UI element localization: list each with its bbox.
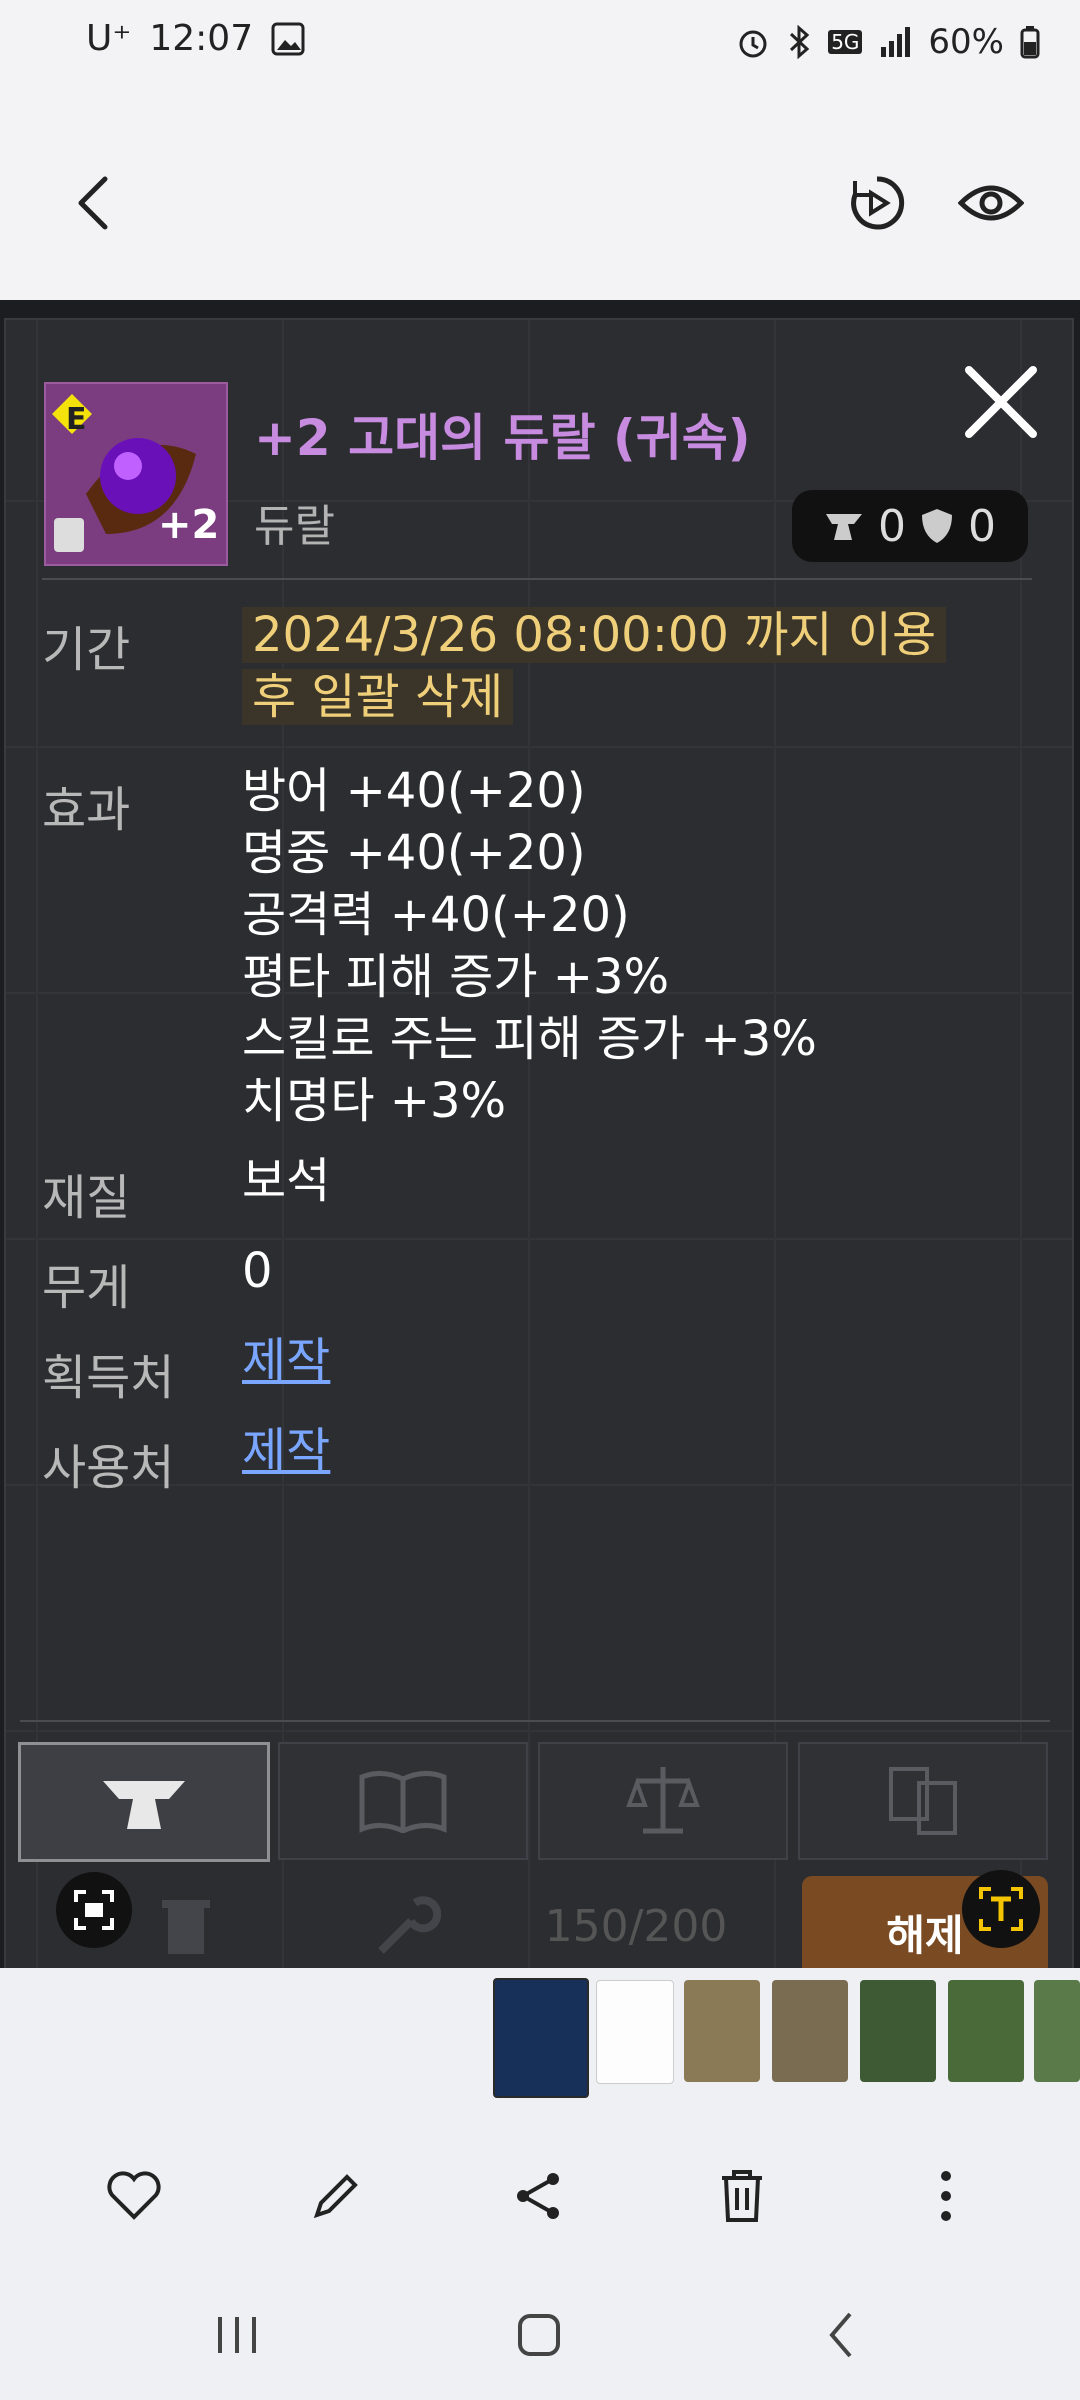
book-icon (359, 1771, 447, 1833)
scan-image-button[interactable] (56, 1872, 132, 1948)
material-label: 재질 (42, 1170, 131, 1226)
item-title: +2 고대의 듀랄 (귀속) (254, 409, 751, 467)
shield-count: 0 (968, 500, 996, 552)
chevron-left-icon (78, 176, 108, 230)
thumbnail-selected[interactable] (493, 1978, 589, 2098)
image-notification-icon (271, 22, 305, 55)
alarm-icon (739, 30, 767, 58)
battery-icon (1020, 26, 1040, 59)
view-button[interactable] (946, 158, 1036, 248)
grade-badge: E (66, 402, 87, 437)
close-icon[interactable] (961, 362, 1041, 442)
tab-book[interactable] (278, 1742, 528, 1860)
delete-button[interactable] (702, 2156, 782, 2236)
signal-icon (881, 27, 911, 57)
thumbnail[interactable] (860, 1980, 936, 2082)
durability-pill: 0 0 (792, 490, 1028, 562)
recents-button[interactable] (192, 2290, 282, 2380)
effect-list: 방어 +40(+20) 명중 +40(+20) 공격력 +40(+20) 평타 … (242, 760, 817, 1132)
enhance-label: +2 (158, 502, 220, 548)
anvil-count: 0 (878, 500, 906, 552)
period-label: 기간 (42, 622, 131, 678)
period-value: 2024/3/26 08:00:00 까지 이용 후 일괄 삭제 (242, 604, 1042, 728)
share-button[interactable] (498, 2156, 578, 2236)
home-button[interactable] (494, 2290, 584, 2380)
source-label: 획득처 (42, 1350, 175, 1406)
weight-label: 무게 (42, 1260, 131, 1316)
recents-icon (218, 2317, 256, 2353)
thumbnail[interactable] (948, 1980, 1024, 2082)
scale-icon (626, 1767, 700, 1834)
carrier-label: U⁺ (86, 18, 132, 59)
thumbnail[interactable] (772, 1980, 848, 2082)
action-bar (0, 2100, 1080, 2270)
scan-icon (74, 1890, 114, 1930)
effect-item: 명중 +40(+20) (242, 825, 586, 881)
more-vert-icon (941, 2171, 951, 2221)
text-scan-icon (979, 1887, 1023, 1931)
anvil-icon (103, 1781, 185, 1829)
trash-icon (162, 1900, 210, 1954)
effect-item: 방어 +40(+20) (242, 763, 586, 819)
eye-icon (958, 185, 1024, 221)
status-bar: U⁺ 12:07 5G 60% (0, 0, 1080, 96)
usage-label: 사용처 (42, 1440, 175, 1496)
material-value: 보석 (242, 1153, 331, 1209)
effect-item: 치명타 +3% (242, 1073, 507, 1129)
share-icon (517, 2173, 559, 2219)
edit-button[interactable] (296, 2156, 376, 2236)
remaster-icon (851, 176, 905, 230)
network-label: 5G (828, 30, 863, 54)
chevron-left-icon (829, 2312, 852, 2358)
item-detail-panel: E +2 +2 고대의 듀랄 (귀속) 듀랄 0 0 기간 2024/3/26 … (4, 318, 1074, 1968)
shield-icon (922, 509, 952, 543)
tab-transfer[interactable] (798, 1742, 1048, 1860)
battery-label: 60% (928, 22, 1004, 62)
period-line-2: 후 일괄 삭제 (242, 669, 514, 725)
item-icon: E +2 (44, 382, 228, 566)
tab-craft[interactable] (18, 1742, 270, 1862)
tab-scale[interactable] (538, 1742, 788, 1860)
effect-item: 평타 피해 증가 +3% (242, 949, 670, 1005)
effect-item: 공격력 +40(+20) (242, 887, 630, 943)
trash-icon (722, 2170, 762, 2222)
wrench-slot[interactable] (336, 1876, 476, 1968)
time-label: 12:07 (149, 18, 254, 59)
effect-label: 효과 (42, 782, 131, 838)
more-options-button[interactable] (906, 2156, 986, 2236)
item-subtitle: 듀랄 (254, 501, 335, 552)
nav-back-button[interactable] (796, 2290, 886, 2380)
viewer-top-bar (0, 96, 1080, 300)
navigation-bar (0, 2270, 1080, 2400)
status-right: 5G 60% (736, 22, 1040, 62)
capacity-label: 150/200 (544, 1900, 728, 1952)
usage-link[interactable]: 제작 (242, 1420, 330, 1482)
period-line-1: 2024/3/26 08:00:00 까지 이용 (242, 607, 947, 663)
screenshot-image: E +2 +2 고대의 듀랄 (귀속) 듀랄 0 0 기간 2024/3/26 … (0, 300, 1080, 1968)
anvil-icon (826, 514, 862, 540)
thumbnail-strip (0, 1968, 1080, 2100)
thumbnail[interactable] (684, 1980, 760, 2082)
effect-item: 스킬로 주는 피해 증가 +3% (242, 1011, 817, 1067)
bluetooth-icon (790, 25, 810, 59)
thumbnail[interactable] (1034, 1980, 1080, 2082)
home-icon (518, 2314, 560, 2356)
pencil-icon (313, 2174, 358, 2219)
header-divider (42, 578, 1032, 580)
text-extract-button[interactable] (962, 1870, 1040, 1948)
back-button[interactable] (48, 158, 138, 248)
heart-icon (107, 2171, 161, 2220)
thumbnail[interactable] (596, 1980, 674, 2084)
remaster-button[interactable] (832, 158, 922, 248)
favorite-button[interactable] (94, 2156, 174, 2236)
status-left: U⁺ 12:07 (86, 18, 305, 59)
transfer-icon (889, 1767, 957, 1835)
weight-value: 0 (242, 1243, 273, 1299)
capacity-readout: 150/200 (506, 1876, 766, 1968)
wrench-icon (378, 1896, 441, 1954)
source-link[interactable]: 제작 (242, 1330, 330, 1392)
tabs-divider (20, 1720, 1050, 1722)
